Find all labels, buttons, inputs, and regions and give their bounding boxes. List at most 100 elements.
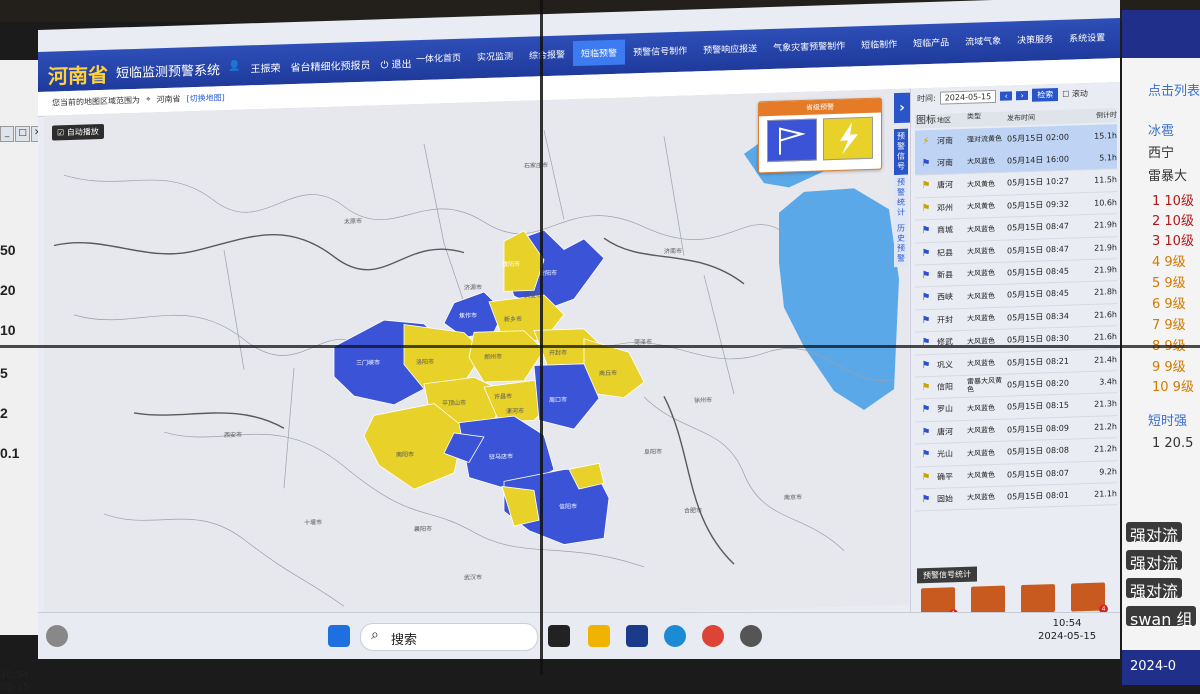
map-label: 洛阳市 bbox=[416, 358, 435, 367]
map-label: 许昌市 bbox=[494, 393, 513, 401]
right-screen-item: 冰雹 bbox=[1148, 124, 1175, 139]
taskbar-search[interactable]: ⌕ 搜索 bbox=[360, 623, 538, 651]
map-label: 武汉市 bbox=[464, 574, 483, 582]
main-screen: 河南省 短临监测预警系统 👤 王振荣 省台精细化预报员 ⏻ 退出 一体化首页 实况… bbox=[38, 0, 1120, 659]
stat-icon-wind[interactable] bbox=[971, 585, 1005, 615]
right-screen-item: 西宁 bbox=[1148, 146, 1175, 161]
warning-type-icon: ⚑ bbox=[921, 247, 931, 259]
user-info: 👤 王振荣 省台精细化预报员 ⏻ 退出 bbox=[228, 55, 412, 76]
warning-countdown: 21.2h bbox=[1094, 421, 1117, 432]
right-screen-item: 1 20.5 bbox=[1152, 436, 1194, 451]
nav-item[interactable]: 系统设置 bbox=[1061, 24, 1113, 51]
warning-countdown: 21.6h bbox=[1094, 332, 1117, 342]
warning-countdown: 21.9h bbox=[1094, 242, 1117, 253]
map-label: 西安市 bbox=[224, 431, 243, 440]
right-screen-item: 雷暴大 bbox=[1148, 169, 1188, 184]
taskbar-clock[interactable]: 10:54 2024-05-15 bbox=[1038, 617, 1096, 643]
system-name: 短临监测预警系统 bbox=[116, 63, 221, 82]
logout-button[interactable]: ⏻ 退出 bbox=[380, 55, 411, 71]
prev-day-button[interactable]: ‹ bbox=[1000, 91, 1013, 101]
search-button[interactable]: 检索 bbox=[1032, 87, 1059, 102]
date-input[interactable]: 2024-05-15 bbox=[939, 89, 997, 105]
nav-item[interactable]: 流域气象 bbox=[957, 27, 1009, 54]
scale-number: 10 bbox=[0, 322, 16, 338]
widget-icon[interactable] bbox=[46, 625, 68, 647]
warning-type-icon: ⚑ bbox=[921, 157, 931, 170]
warning-area: 邓州 bbox=[937, 202, 953, 213]
collapse-panel-button[interactable]: › bbox=[894, 92, 910, 124]
warning-area: 唐河 bbox=[937, 426, 953, 437]
warning-time: 05月14日 16:00 bbox=[1007, 154, 1069, 166]
nav-item[interactable]: 短临产品 bbox=[905, 29, 957, 56]
app-icon[interactable] bbox=[626, 625, 648, 647]
warning-area: 固始 bbox=[937, 494, 953, 504]
ticker-item: swan 组 bbox=[1126, 606, 1197, 629]
nav-item[interactable]: 实况监测 bbox=[469, 43, 521, 70]
right-screen-item: 7 9级 bbox=[1152, 318, 1186, 333]
nav-item[interactable]: 预警响应报送 bbox=[695, 35, 765, 62]
chrome-browser-icon[interactable] bbox=[702, 625, 724, 647]
taskbar: ⌕ 搜索 10:54 2024-05-15 bbox=[38, 612, 1120, 659]
warning-type-icon: ⚑ bbox=[921, 269, 931, 282]
warning-type: 大风蓝色 bbox=[967, 314, 995, 323]
date-filter: 时间: 2024-05-15 ‹ › 检索 ☐ 滚动 bbox=[917, 87, 1088, 105]
file-explorer-icon[interactable] bbox=[588, 625, 610, 647]
warning-legend[interactable]: 省级预警 bbox=[758, 97, 882, 174]
warning-type-icon: ⚑ bbox=[921, 359, 931, 371]
warning-countdown: 3.4h bbox=[1099, 376, 1117, 387]
map-label: 济南市 bbox=[664, 247, 683, 256]
start-menu-icon[interactable] bbox=[328, 625, 350, 647]
warning-time: 05月15日 08:01 bbox=[1007, 490, 1069, 502]
map-label: 平顶山市 bbox=[442, 399, 467, 408]
nav-item[interactable]: 决策服务 bbox=[1009, 26, 1061, 53]
warning-type-icon: ⚑ bbox=[921, 381, 931, 394]
nav-item[interactable]: 气象灾害预警制作 bbox=[765, 32, 853, 60]
warning-type: 大风蓝色 bbox=[967, 403, 995, 413]
nav-item[interactable]: 一体化首页 bbox=[408, 44, 469, 71]
tab-warning-stats[interactable]: 预警统计 bbox=[894, 174, 908, 222]
warning-type: 大风黄色 bbox=[967, 179, 995, 189]
warning-type: 大风蓝色 bbox=[967, 224, 995, 234]
nav-item[interactable]: 短临预警 bbox=[573, 39, 626, 67]
warning-type: 大风蓝色 bbox=[967, 493, 995, 503]
stat-icon-thunder[interactable]: 4 bbox=[1071, 582, 1108, 614]
warning-time: 05月15日 08:45 bbox=[1007, 266, 1069, 278]
map-label: 三门峡市 bbox=[356, 359, 381, 368]
warning-countdown: 11.5h bbox=[1094, 175, 1117, 186]
convection-warning-icon[interactable] bbox=[823, 116, 873, 161]
switch-map-link[interactable]: [切换地图] bbox=[187, 92, 225, 104]
warning-type-icon: ⚑ bbox=[921, 404, 931, 416]
warning-type-icon: ⚑ bbox=[921, 202, 931, 214]
nav-item[interactable]: 预警信号制作 bbox=[625, 37, 695, 64]
warning-time: 05月15日 08:15 bbox=[1007, 400, 1069, 412]
warning-row[interactable]: ⚑ 固始 大风蓝色 05月15日 08:01 21.1h bbox=[915, 482, 1117, 512]
map-label: 信阳市 bbox=[559, 503, 578, 511]
nav-item[interactable]: 短临制作 bbox=[853, 31, 905, 58]
warning-area: 西峡 bbox=[937, 292, 953, 303]
wind-warning-icon[interactable] bbox=[767, 118, 817, 163]
warning-countdown: 21.8h bbox=[1094, 287, 1117, 298]
warning-countdown: 5.1h bbox=[1099, 152, 1117, 163]
next-day-button[interactable]: › bbox=[1016, 90, 1029, 101]
map-label: 商丘市 bbox=[599, 369, 618, 378]
tab-history-warning[interactable]: 历史预警 bbox=[894, 220, 908, 268]
stat-icon-hail[interactable] bbox=[1021, 584, 1055, 614]
user-org[interactable]: 省台精细化预报员 bbox=[290, 57, 370, 75]
scale-number: 0.1 bbox=[0, 445, 20, 461]
tab-warning-signal[interactable]: 预警信号 bbox=[894, 128, 908, 176]
map-label: 漯河市 bbox=[506, 407, 525, 416]
scroll-checkbox[interactable]: ☐ 滚动 bbox=[1062, 88, 1088, 100]
right-screen: 点击列表 冰雹 西宁 雷暴大 1 10级 2 10级 3 10级 4 9级 5 9级 6 9级 7 … bbox=[1122, 10, 1200, 685]
map-label: 襄阳市 bbox=[414, 525, 433, 534]
task-view-icon[interactable] bbox=[548, 625, 570, 647]
map-label: 济源市 bbox=[464, 284, 483, 292]
map-label: 焦作市 bbox=[459, 312, 478, 320]
warning-area: 商城 bbox=[937, 225, 953, 235]
warning-countdown: 21.9h bbox=[1094, 264, 1117, 275]
app-icon-2[interactable] bbox=[740, 625, 762, 647]
auto-play-toggle[interactable]: ☑ 自动播放 bbox=[52, 123, 104, 141]
nav-item[interactable]: 综合报警 bbox=[521, 41, 573, 68]
warning-area: 巩义 bbox=[937, 359, 953, 370]
map-label: 新乡市 bbox=[504, 315, 523, 324]
edge-browser-icon[interactable] bbox=[664, 625, 686, 647]
